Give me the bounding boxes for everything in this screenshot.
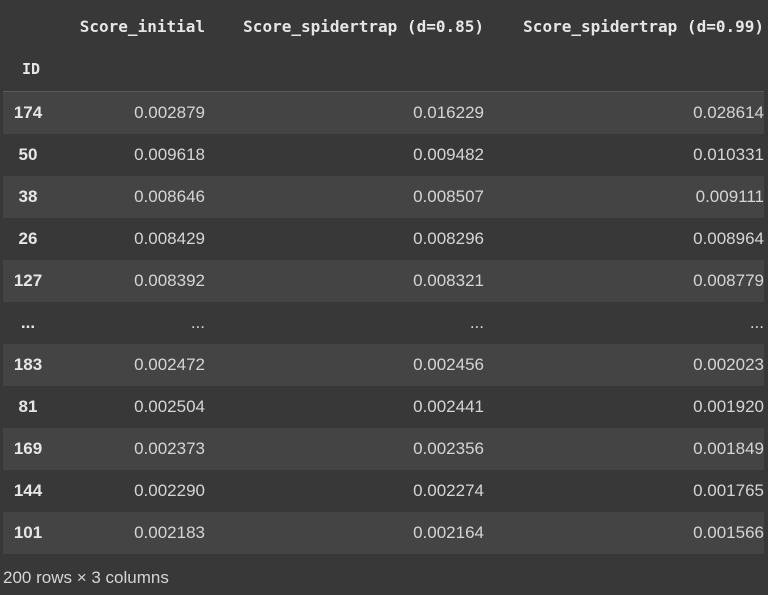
- table-cell: 0.002504: [134, 396, 205, 416]
- table-cell: 0.002472: [134, 354, 205, 374]
- table-row: 127 0.008392 0.008321 0.008779: [3, 259, 764, 302]
- table-cell: 0.002356: [413, 438, 484, 458]
- table-cell: 0.002274: [413, 480, 484, 500]
- table-cell: 0.001566: [693, 522, 764, 542]
- table-body: 174 0.002879 0.016229 0.028614 50 0.009618 0.0…: [3, 91, 764, 554]
- table-header: Score_initial Score_spidertrap (d=0.85) …: [3, 5, 764, 92]
- table-cell: 0.002183: [134, 522, 205, 542]
- table-row: 26 0.008429 0.008296 0.008964: [3, 217, 764, 260]
- row-index: 144: [13, 480, 43, 500]
- table-row: 50 0.009618 0.009482 0.010331: [3, 133, 764, 176]
- dataframe-table: Score_initial Score_spidertrap (d=0.85) …: [3, 5, 764, 554]
- table-row: 183 0.002472 0.002456 0.002023: [3, 343, 764, 386]
- table-cell: 0.016229: [413, 102, 484, 122]
- table-cell: 0.002879: [134, 102, 205, 122]
- table-row: 169 0.002373 0.002356 0.001849: [3, 427, 764, 470]
- table-cell: 0.008392: [134, 270, 205, 290]
- table-row: 38 0.008646 0.008507 0.009111: [3, 175, 764, 218]
- table-cell: 0.001920: [693, 396, 764, 416]
- table-cell: 0.002023: [693, 354, 764, 374]
- row-index: 38: [18, 186, 38, 206]
- column-header: Score_initial: [79, 16, 205, 36]
- table-cell: 0.008321: [413, 270, 484, 290]
- table-cell: 0.002290: [134, 480, 205, 500]
- table-row: 101 0.002183 0.002164 0.001566: [3, 511, 764, 554]
- row-index: 183: [13, 354, 43, 374]
- table-cell: 0.008779: [693, 270, 764, 290]
- table-cell: 0.009482: [413, 144, 484, 164]
- table-cell: 0.009111: [695, 186, 764, 206]
- table-cell: 0.001765: [693, 480, 764, 500]
- table-cell: 0.028614: [693, 102, 764, 122]
- table-row: ............: [3, 301, 764, 344]
- column-header: Score_spidertrap (d=0.99): [523, 16, 764, 36]
- table-cell: 0.009618: [134, 144, 205, 164]
- row-index: 101: [13, 522, 43, 542]
- row-index: 174: [13, 102, 43, 122]
- index-header-blank: [3, 5, 53, 47]
- table-shape-footer: 200 rows × 3 columns: [3, 568, 169, 587]
- table-cell: 0.001849: [693, 438, 764, 458]
- table-cell: ...: [469, 312, 484, 332]
- table-cell: 0.002441: [413, 396, 484, 416]
- table-row: 174 0.002879 0.016229 0.028614: [3, 91, 764, 134]
- table-row: 81 0.002504 0.002441 0.001920: [3, 385, 764, 428]
- table-cell: 0.008429: [134, 228, 205, 248]
- index-name: ID: [22, 60, 41, 78]
- table-cell: 0.008964: [693, 228, 764, 248]
- table-row: 144 0.002290 0.002274 0.001765: [3, 469, 764, 512]
- table-cell: 0.002456: [413, 354, 484, 374]
- table-cell: ...: [749, 312, 764, 332]
- row-index: 127: [13, 270, 43, 290]
- table-cell: 0.008296: [413, 228, 484, 248]
- row-index: 50: [18, 144, 38, 164]
- table-cell: 0.002164: [413, 522, 484, 542]
- row-index: 81: [18, 396, 38, 416]
- row-index: 26: [18, 228, 38, 248]
- table-cell: 0.008507: [413, 186, 484, 206]
- column-header: Score_spidertrap (d=0.85): [243, 16, 484, 36]
- table-cell: 0.002373: [134, 438, 205, 458]
- table-cell: ...: [190, 312, 205, 332]
- dataframe-output: Score_initial Score_spidertrap (d=0.85) …: [0, 0, 768, 595]
- row-index: ...: [20, 312, 36, 332]
- table-cell: 0.008646: [134, 186, 205, 206]
- row-index: 169: [13, 438, 43, 458]
- table-cell: 0.010331: [693, 144, 764, 164]
